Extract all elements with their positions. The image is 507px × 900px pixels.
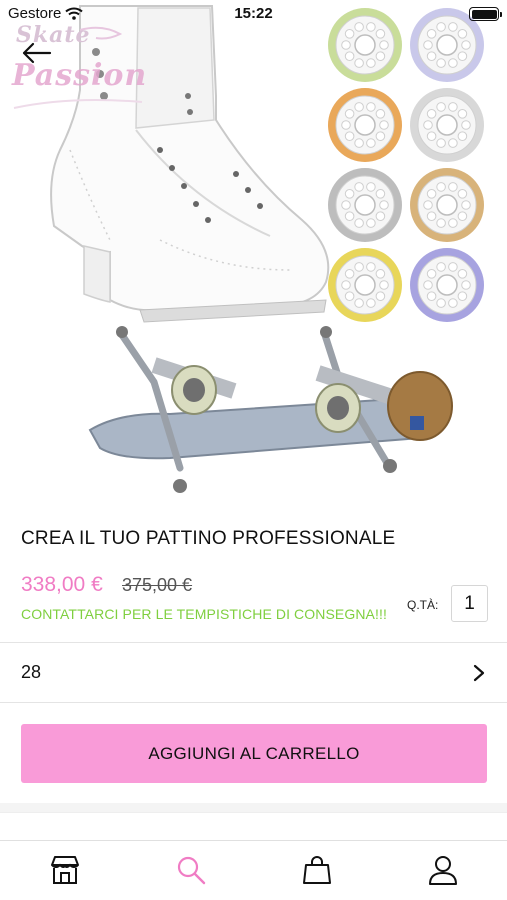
add-to-cart-button[interactable]: AGGIUNGI AL CARRELLO <box>21 724 487 783</box>
user-icon[interactable] <box>426 853 460 887</box>
size-value: 28 <box>21 662 42 682</box>
search-icon[interactable] <box>174 853 208 887</box>
next-section <box>0 812 507 840</box>
skate-plate-image <box>88 326 453 493</box>
quantity-label: Q.TÀ: <box>407 598 439 612</box>
wheel-image <box>328 248 402 322</box>
wheel-image <box>328 168 402 242</box>
product-title: CREA IL TUO PATTINO PROFESSIONALE <box>21 528 396 549</box>
battery-icon <box>469 7 502 21</box>
tab-bar <box>0 840 507 900</box>
current-price: 338,00 € <box>21 573 103 596</box>
old-price: 375,00 € <box>122 575 193 595</box>
back-arrow-icon[interactable] <box>18 38 54 68</box>
chevron-right-icon <box>473 664 485 682</box>
status-time: 15:22 <box>234 5 273 22</box>
store-icon[interactable] <box>48 853 82 887</box>
status-bar: Gestore 15:22 <box>0 0 507 28</box>
wheel-image <box>410 248 484 322</box>
wheels-image <box>326 6 496 328</box>
delivery-note: CONTATTARCI PER LE TEMPISTICHE DI CONSEG… <box>21 606 387 622</box>
bag-icon[interactable] <box>300 853 334 887</box>
wheel-image <box>328 88 402 162</box>
product-image: Skate Passion <box>0 0 507 505</box>
wheel-image <box>410 88 484 162</box>
divider <box>0 702 507 703</box>
size-selector[interactable]: 28 <box>0 642 507 702</box>
wheel-image <box>410 168 484 242</box>
quantity-input[interactable]: 1 <box>451 585 488 622</box>
